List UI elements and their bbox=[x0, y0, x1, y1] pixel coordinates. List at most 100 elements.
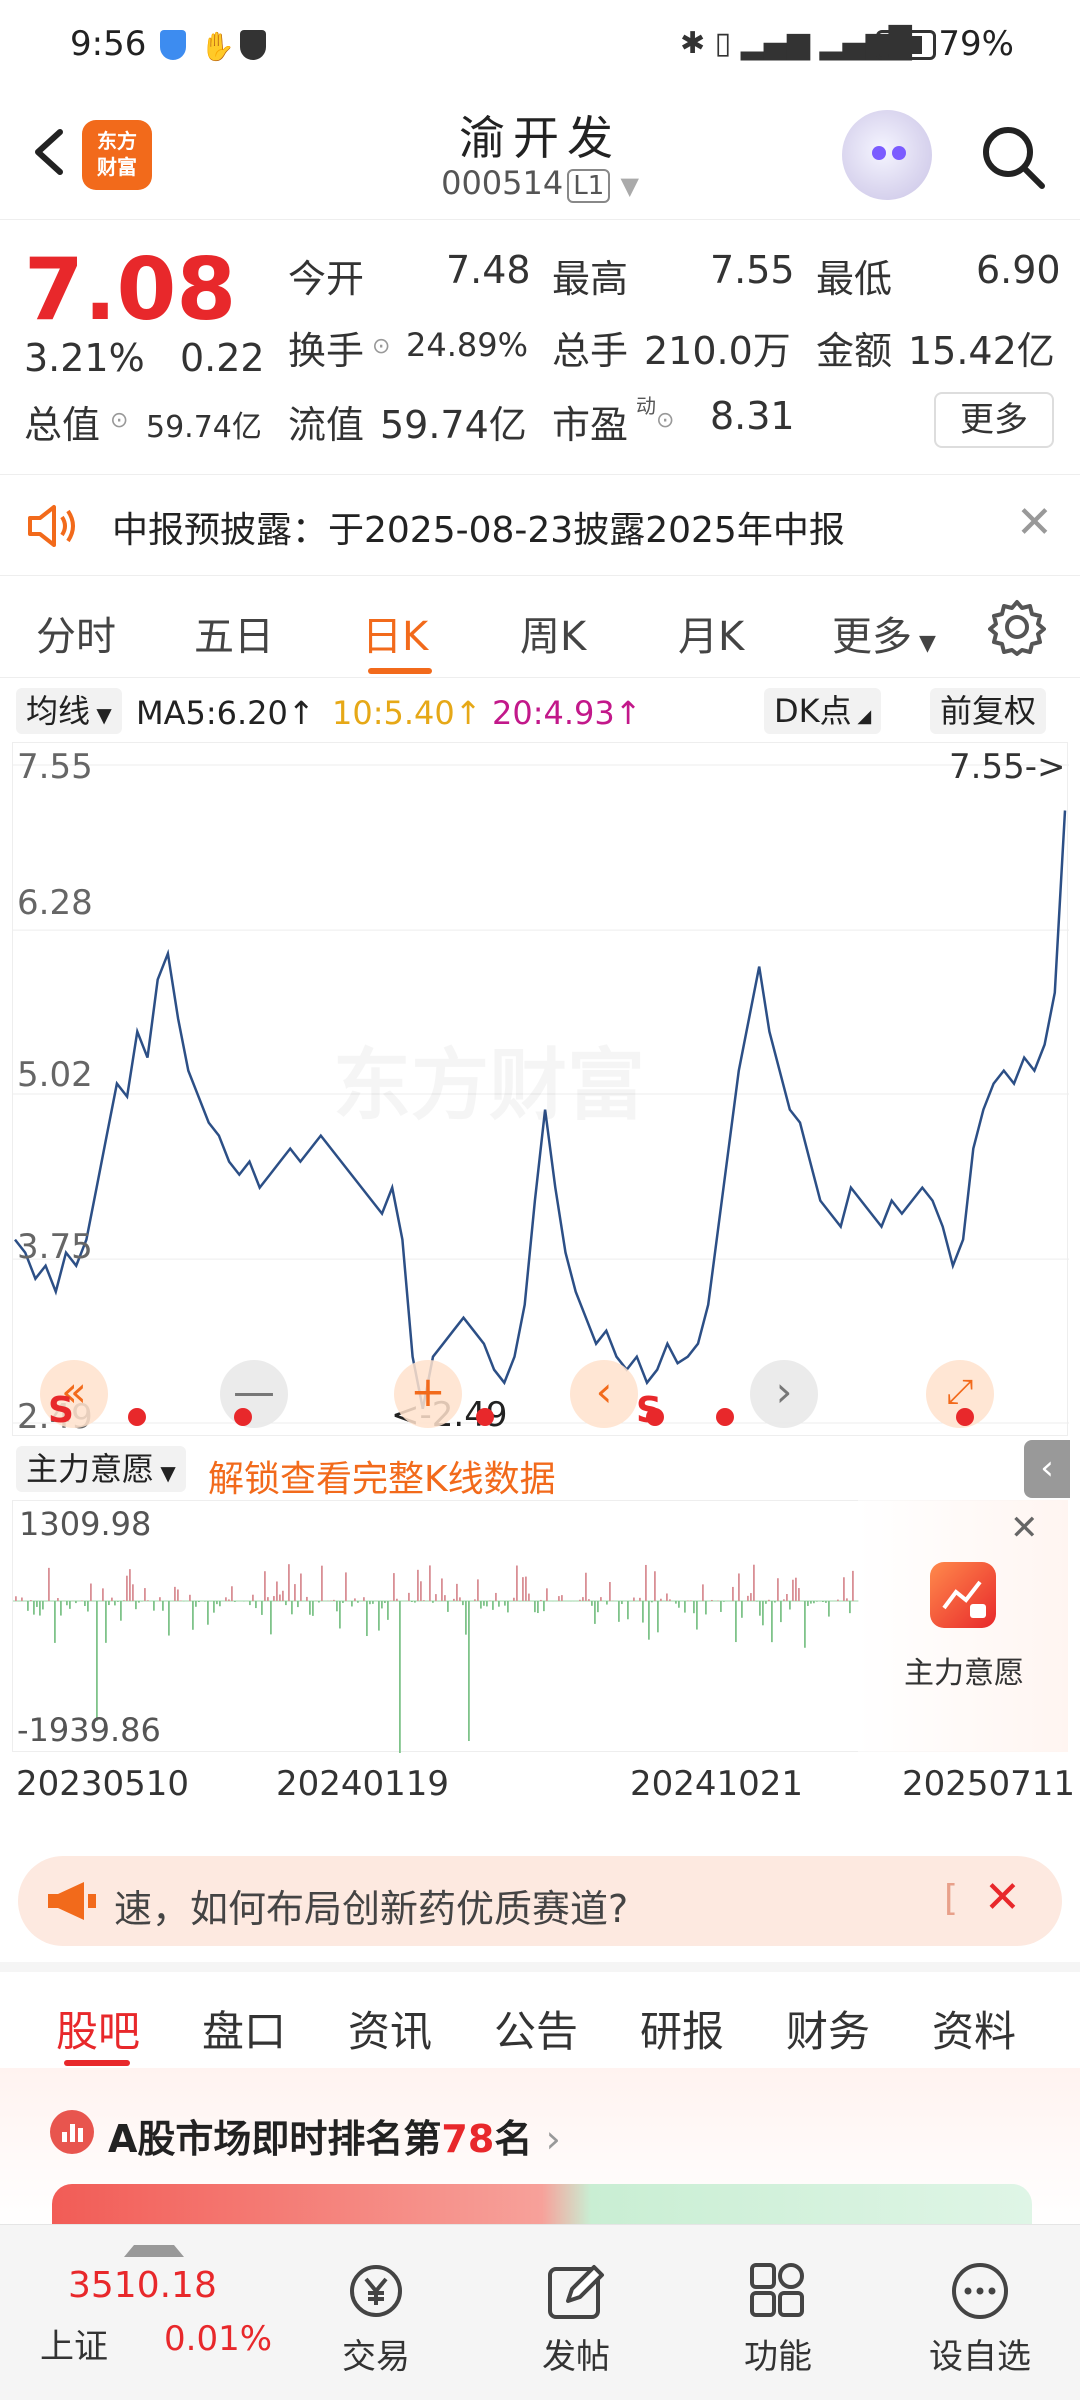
mainforce-bar bbox=[534, 1601, 536, 1613]
close-icon[interactable]: ✕ bbox=[984, 1872, 1021, 1923]
mainforce-bar bbox=[594, 1601, 596, 1624]
mainforce-bar bbox=[66, 1601, 68, 1606]
mainforce-bar bbox=[318, 1601, 320, 1603]
index-change: 0.01% bbox=[164, 2319, 273, 2359]
mainforce-bar bbox=[693, 1601, 695, 1614]
mainforce-bar bbox=[429, 1565, 431, 1601]
mainforce-bar bbox=[468, 1601, 470, 1741]
mainforce-bar bbox=[759, 1601, 761, 1616]
dk-point-button[interactable]: DK点 ◢ bbox=[764, 688, 882, 734]
rank-text: A股市场即时排名第78名 › bbox=[108, 2117, 561, 2161]
mainforce-bar bbox=[339, 1601, 341, 1629]
mainforce-bar bbox=[30, 1600, 32, 1601]
amount-value: 15.42亿 bbox=[908, 329, 1055, 373]
mainforce-bar bbox=[423, 1600, 425, 1601]
mainforce-bar bbox=[381, 1601, 383, 1609]
tab-finance[interactable]: 财务 bbox=[786, 1998, 870, 2059]
more-button[interactable]: 更多 bbox=[934, 392, 1054, 448]
mainforce-bar bbox=[792, 1579, 794, 1601]
gear-icon[interactable] bbox=[988, 598, 1046, 656]
promo-banner[interactable]: 速，如何布局创新药优质赛道? [ ✕ bbox=[18, 1856, 1062, 1946]
nav-trade-label: 交易 bbox=[342, 2337, 410, 2377]
mainforce-bar bbox=[129, 1569, 131, 1601]
mainforce-side-panel[interactable]: ✕ 主力意愿 bbox=[858, 1500, 1068, 1752]
mainforce-bar bbox=[651, 1601, 653, 1603]
ma10-value: 10:5.40↑ bbox=[332, 694, 482, 732]
tab-research[interactable]: 研报 bbox=[640, 1998, 724, 2059]
unlock-link[interactable]: 解锁查看完整K线数据 bbox=[208, 1450, 556, 1502]
high-marker: 7.55-> bbox=[949, 747, 1066, 787]
mainforce-bar bbox=[138, 1601, 140, 1603]
mainforce-bar bbox=[618, 1601, 620, 1622]
signal-dot bbox=[956, 1408, 974, 1426]
tab-intraday[interactable]: 分时 bbox=[36, 604, 116, 662]
tab-profile[interactable]: 资料 bbox=[932, 1998, 1016, 2059]
signal-dot bbox=[476, 1408, 494, 1426]
speaker-icon bbox=[28, 505, 75, 547]
search-icon[interactable] bbox=[978, 122, 1048, 192]
market-rank-card[interactable]: A股市场即时排名第78名 › bbox=[0, 2068, 1080, 2228]
mainforce-bar bbox=[786, 1594, 788, 1601]
zoom-in-button[interactable]: + bbox=[394, 1360, 462, 1428]
mainforce-bar bbox=[21, 1597, 23, 1601]
info-icon[interactable]: ⊙ bbox=[110, 408, 128, 433]
info-icon[interactable]: ⊙ bbox=[372, 334, 390, 359]
mainforce-bar bbox=[528, 1593, 530, 1601]
mainforce-bar bbox=[783, 1599, 785, 1601]
mainforce-bar bbox=[135, 1601, 137, 1610]
mainforce-bar bbox=[750, 1593, 752, 1601]
close-icon[interactable]: ✕ bbox=[1010, 1508, 1039, 1548]
kline-chart[interactable]: 东方财富 7.55 6.28 5.02 3.75 2.49 7.55-> <-2… bbox=[12, 742, 1069, 1437]
tab-five-day[interactable]: 五日 bbox=[194, 604, 274, 662]
collapse-tab-icon[interactable]: ‹ bbox=[1024, 1440, 1070, 1498]
current-price: 7.08 bbox=[24, 240, 237, 340]
more-dots-icon bbox=[952, 2263, 1008, 2319]
security-icon bbox=[240, 30, 266, 60]
mainforce-bar bbox=[75, 1601, 77, 1604]
zoom-out-button[interactable]: — bbox=[220, 1360, 288, 1428]
tab-news[interactable]: 资讯 bbox=[348, 1998, 432, 2059]
mainforce-bar bbox=[753, 1564, 755, 1601]
close-icon[interactable]: ✕ bbox=[1016, 497, 1053, 548]
tab-forum[interactable]: 股吧 bbox=[56, 1998, 140, 2059]
mainforce-bar bbox=[828, 1601, 830, 1617]
mainforce-bar bbox=[678, 1601, 680, 1608]
mainforce-bar bbox=[453, 1598, 455, 1601]
tab-announcements[interactable]: 公告 bbox=[494, 1998, 578, 2059]
step-right-button[interactable]: › bbox=[750, 1360, 818, 1428]
tab-orderbook[interactable]: 盘口 bbox=[202, 1998, 286, 2059]
mainforce-bar bbox=[789, 1601, 791, 1610]
open-label: 今开 bbox=[288, 257, 365, 301]
mainforce-bar bbox=[342, 1601, 344, 1603]
mainforce-bar bbox=[711, 1599, 713, 1601]
mainforce-bar bbox=[561, 1595, 563, 1601]
info-icon[interactable]: ⊙ bbox=[656, 408, 674, 433]
tab-daily-k[interactable]: 日K bbox=[362, 604, 428, 662]
float-label: 流值 bbox=[288, 403, 365, 447]
mainforce-bar bbox=[261, 1601, 263, 1615]
mainforce-bar bbox=[687, 1600, 689, 1601]
mainforce-bar bbox=[216, 1601, 218, 1605]
volume-label: 总手 bbox=[552, 329, 629, 373]
step-left-button[interactable]: ‹ bbox=[570, 1360, 638, 1428]
notice-bar[interactable]: 中报预披露：于2025-08-23披露2025年中报 ✕ bbox=[0, 474, 1080, 576]
mainforce-selector[interactable]: 主力意愿 ▼ bbox=[16, 1446, 186, 1492]
assistant-avatar[interactable] bbox=[842, 110, 932, 200]
mainforce-bar bbox=[384, 1601, 386, 1603]
yen-icon bbox=[350, 2265, 402, 2317]
mainforce-bar bbox=[780, 1601, 782, 1623]
caret-up-icon bbox=[124, 2245, 184, 2257]
mainforce-bar bbox=[264, 1571, 266, 1601]
tab-monthly-k[interactable]: 月K bbox=[678, 604, 744, 662]
ma5-value: MA5:6.20↑ bbox=[136, 694, 315, 732]
mainforce-bar bbox=[396, 1598, 398, 1601]
tab-more[interactable]: 更多 ▼ bbox=[832, 604, 936, 662]
tab-weekly-k[interactable]: 周K bbox=[520, 604, 586, 662]
adjust-button[interactable]: 前复权 bbox=[930, 688, 1047, 734]
ma-selector[interactable]: 均线 ▼ bbox=[16, 688, 122, 734]
mainforce-bar bbox=[252, 1594, 254, 1601]
mainforce-bar bbox=[372, 1601, 374, 1604]
y-tick-label: 3.75 bbox=[17, 1227, 93, 1267]
mainforce-bar bbox=[27, 1601, 29, 1611]
mainforce-bar bbox=[366, 1601, 368, 1637]
